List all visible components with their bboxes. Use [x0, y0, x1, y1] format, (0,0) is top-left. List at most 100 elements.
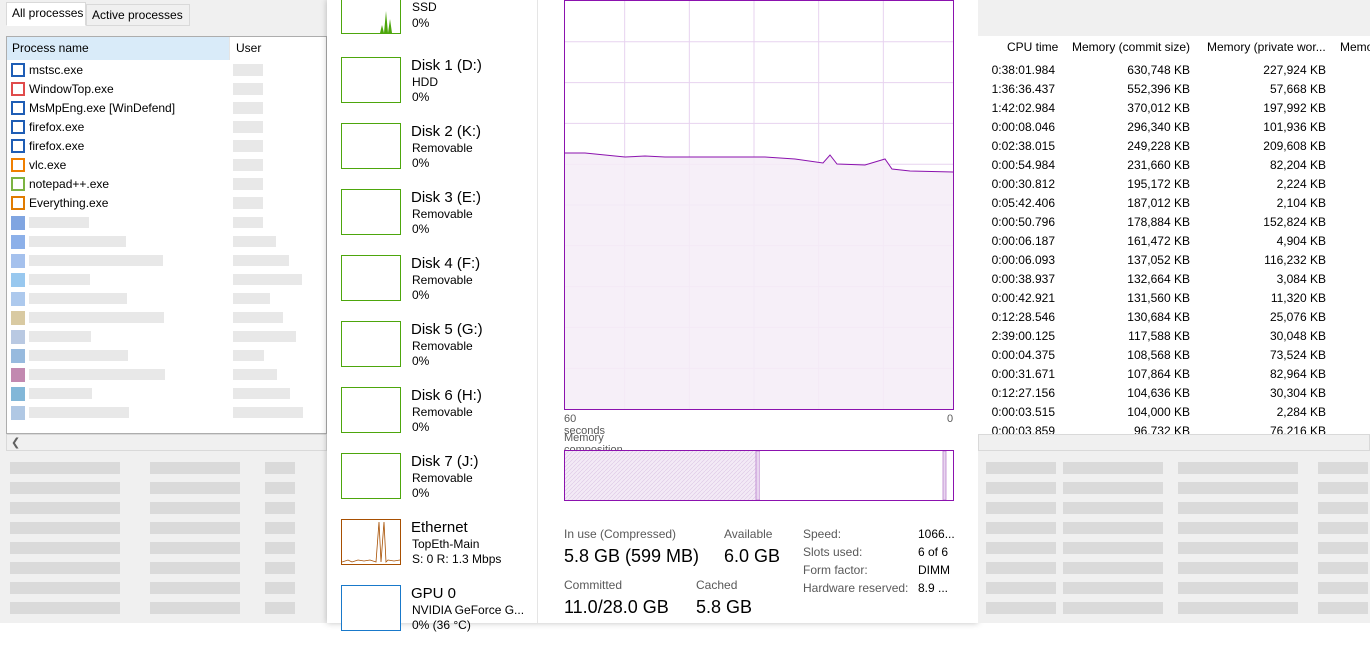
process-detail-window: CPU time Memory (commit size) Memory (pr…	[978, 0, 1370, 623]
blurred-detail	[265, 502, 295, 514]
cpu-time-cell: 0:12:28.546	[991, 310, 1055, 324]
process-row[interactable]: firefox.exe	[7, 118, 326, 137]
blurred-detail	[1318, 542, 1368, 554]
cpu-time-cell: 1:42:02.984	[991, 101, 1055, 115]
sidebar-item-title: Disk 1 (D:)	[411, 57, 482, 74]
sidebar-item[interactable]: Disk 4 (F:) Removable 0%	[327, 255, 537, 321]
sidebar-item[interactable]: Ethernet TopEth-Main S: 0 R: 1.3 Mbps	[327, 519, 537, 585]
blurred-detail	[1063, 582, 1163, 594]
blurred-text	[29, 236, 126, 247]
sidebar-item-value: 0%	[412, 288, 430, 302]
tab-active-processes[interactable]: Active processes	[86, 4, 190, 26]
sidebar-item-title: GPU 0	[411, 585, 457, 602]
redacted-user	[233, 178, 263, 190]
column-memory-commit[interactable]: Memory (commit size)	[1072, 40, 1190, 54]
horizontal-scrollbar[interactable]: ❮	[6, 434, 327, 451]
blurred-detail	[265, 562, 295, 574]
window-frame-icon	[11, 120, 25, 134]
memory-private-cell: 101,936 KB	[1263, 120, 1326, 134]
blurred-detail	[10, 522, 120, 534]
axis-right-label: 0	[947, 413, 954, 425]
blurred-icon	[11, 273, 25, 287]
memory-commit-cell: 104,000 KB	[1127, 405, 1190, 419]
hardware-reserved-value: 8.9 ...	[918, 581, 949, 595]
blurred-text	[29, 312, 164, 323]
blurred-detail	[265, 582, 295, 594]
blurred-detail	[986, 582, 1056, 594]
process-row[interactable]: mstsc.exe	[7, 61, 326, 80]
sidebar-item-title: Disk 7 (J:)	[411, 453, 479, 470]
horizontal-scrollbar-right[interactable]	[978, 434, 1370, 451]
blurred-detail	[1178, 502, 1298, 514]
in-use-label: In use (Compressed)	[564, 527, 677, 541]
memory-commit-cell: 296,340 KB	[1127, 120, 1190, 134]
sidebar-item-value: 0%	[412, 222, 430, 236]
cpu-time-cell: 0:00:38.937	[991, 272, 1055, 286]
blurred-detail	[265, 522, 295, 534]
blurred-icon	[11, 311, 25, 325]
process-row[interactable]: notepad++.exe	[7, 175, 326, 194]
column-cpu-time[interactable]: CPU time	[1007, 40, 1058, 54]
process-row[interactable]: Everything.exe	[7, 194, 326, 213]
sidebar-item[interactable]: Disk 7 (J:) Removable 0%	[327, 453, 537, 519]
column-memory-extra[interactable]: Memo	[1340, 40, 1370, 54]
blurred-user	[233, 293, 270, 304]
sidebar-item-subtitle: Removable	[412, 471, 473, 485]
redacted-user	[233, 197, 263, 209]
process-row[interactable]: MsMpEng.exe [WinDefend]	[7, 99, 326, 118]
blurred-detail	[1063, 502, 1163, 514]
sidebar-item-subtitle: HDD	[412, 75, 438, 89]
sidebar-item[interactable]: Disk 5 (G:) Removable 0%	[327, 321, 537, 387]
column-memory-private[interactable]: Memory (private wor...	[1207, 40, 1326, 54]
slots-label: Slots used:	[803, 545, 863, 559]
blurred-detail	[1178, 462, 1298, 474]
memory-private-cell: 227,924 KB	[1263, 63, 1326, 77]
sidebar-item[interactable]: Disk 3 (E:) Removable 0%	[327, 189, 537, 255]
blurred-detail	[1063, 562, 1163, 574]
memory-private-cell: 3,084 KB	[1276, 272, 1326, 286]
blurred-detail	[986, 542, 1056, 554]
blurred-user	[233, 407, 303, 418]
memory-private-cell: 76,216 KB	[1269, 424, 1326, 434]
sidebar-item[interactable]: Disk 2 (K:) Removable 0%	[327, 123, 537, 189]
process-name: WindowTop.exe	[29, 82, 114, 96]
cpu-time-cell: 0:00:50.796	[991, 215, 1055, 229]
cpu-time-cell: 0:12:27.156	[991, 386, 1055, 400]
available-label: Available	[724, 527, 773, 541]
sidebar-thumbnail	[341, 387, 401, 433]
tab-all-processes[interactable]: All processes	[6, 2, 86, 26]
process-row[interactable]: vlc.exe	[7, 156, 326, 175]
process-row[interactable]: firefox.exe	[7, 137, 326, 156]
process-row[interactable]: WindowTop.exe	[7, 80, 326, 99]
sidebar-item[interactable]: Disk 6 (H:) Removable 0%	[327, 387, 537, 453]
blurred-user	[233, 236, 276, 247]
sidebar-item[interactable]: Disk 1 (D:) HDD 0%	[327, 57, 537, 123]
sidebar-item-value: 0%	[412, 156, 430, 170]
column-process-name[interactable]: Process name	[7, 37, 230, 60]
blurred-detail	[1318, 562, 1368, 574]
speed-label: Speed:	[803, 527, 842, 541]
sidebar-item-subtitle: Removable	[412, 273, 473, 287]
blurred-icon	[11, 349, 25, 363]
cpu-time-cell: 1:36:36.437	[991, 82, 1055, 96]
blurred-icon	[11, 216, 25, 230]
memory-private-cell: 25,076 KB	[1269, 310, 1326, 324]
sidebar-thumbnail	[341, 321, 401, 367]
column-user[interactable]: User	[231, 37, 326, 60]
cpu-time-cell: 0:00:06.187	[991, 234, 1055, 248]
sidebar-item-subtitle: SSD	[412, 0, 437, 14]
modified-segment	[755, 450, 761, 501]
sidebar-item[interactable]: Disk 0 (C:)SSD0%	[327, 0, 537, 58]
sidebar-item-subtitle: NVIDIA GeForce G...	[412, 603, 525, 617]
blurred-user	[233, 274, 302, 285]
blurred-detail	[10, 562, 120, 574]
blurred-icon	[11, 330, 25, 344]
blurred-detail	[265, 482, 295, 494]
blurred-detail	[1063, 522, 1163, 534]
sidebar-item-subtitle: Removable	[412, 405, 473, 419]
blurred-detail	[10, 482, 120, 494]
scroll-left-icon[interactable]: ❮	[11, 436, 20, 449]
memory-usage-area	[565, 153, 953, 409]
sidebar-item[interactable]: GPU 0 NVIDIA GeForce G... 0% (36 °C)	[327, 585, 537, 651]
redacted-user	[233, 102, 263, 114]
